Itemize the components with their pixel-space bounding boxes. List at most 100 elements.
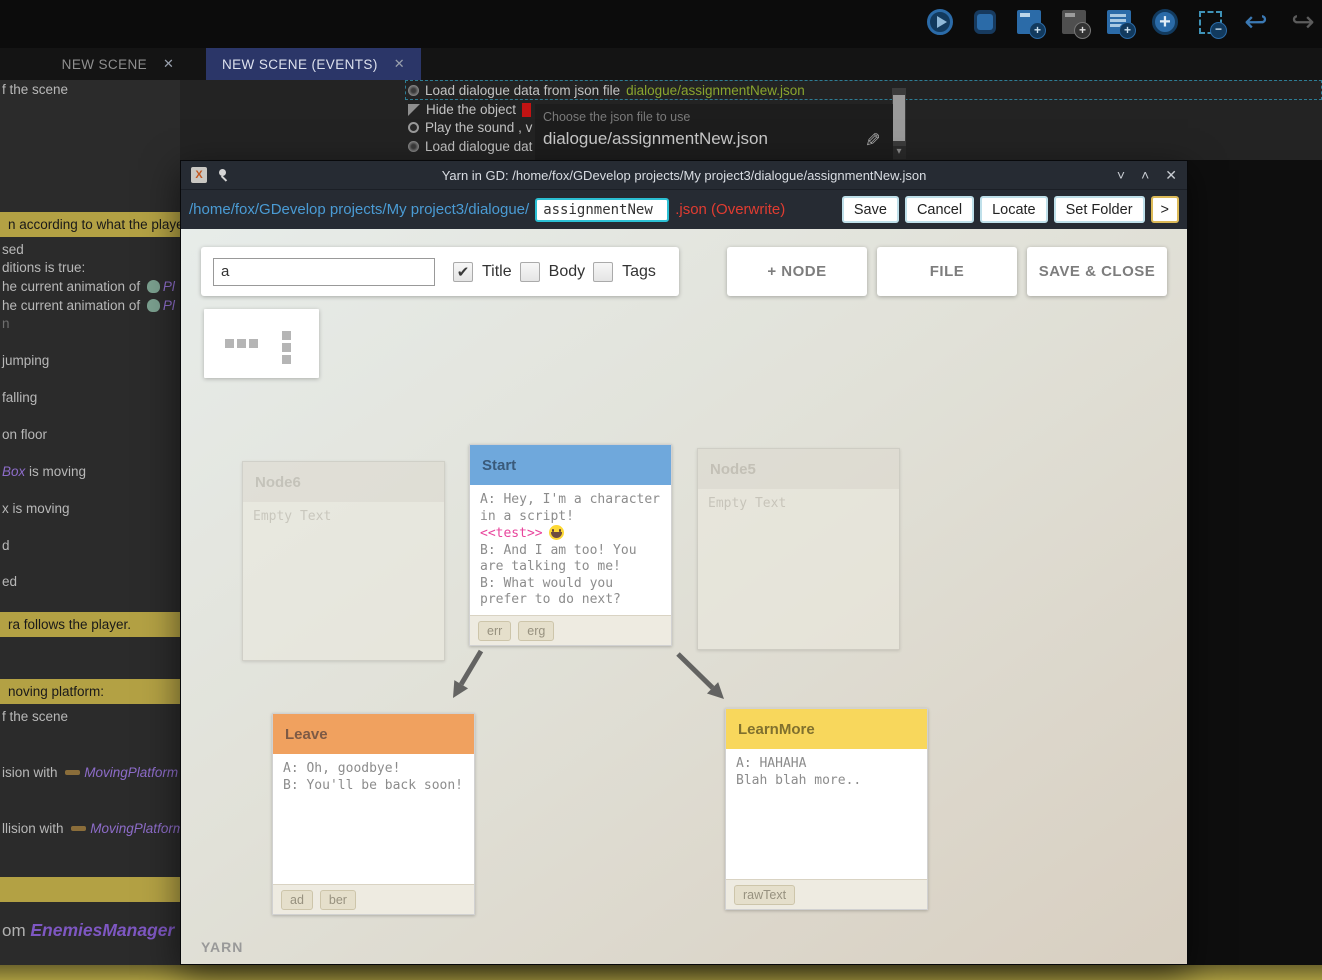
yarn-canvas[interactable]: ✔Title Body Tags + NODEFILESAVE & CLOSE No… (181, 229, 1187, 964)
node-body-line: Empty Text (253, 509, 434, 526)
tab-close-icon[interactable]: ✕ (163, 56, 174, 72)
node-body: Empty Text (243, 502, 444, 660)
redo-icon[interactable]: ↪ (1290, 9, 1316, 35)
event-text: om (2, 921, 30, 940)
filter-label: Tags (622, 263, 656, 281)
more-button[interactable]: > (1151, 196, 1179, 223)
event-row[interactable]: n (0, 316, 180, 331)
minimap[interactable] (204, 309, 319, 378)
add-external-layout-icon[interactable] (1062, 10, 1086, 34)
event-text: Hide the object (426, 102, 516, 117)
event-row[interactable]: x is moving (0, 501, 180, 516)
yarn-command-text: <<test>> (480, 526, 543, 541)
event-row[interactable]: jumping (0, 353, 180, 368)
add-scene-icon[interactable] (1017, 10, 1041, 34)
event-row[interactable]: f the scene (0, 82, 180, 97)
filter-title[interactable]: ✔Title (453, 262, 512, 282)
yarn-node-node5[interactable]: Node5Empty Text (697, 448, 900, 650)
filter-tags[interactable]: Tags (593, 262, 656, 282)
tab-new-scene[interactable]: NEW SCENE✕ (30, 48, 206, 80)
minimize-icon[interactable]: ˅ (1117, 161, 1125, 189)
events-scrollbar[interactable]: ▾ (892, 88, 906, 159)
add-extension-icon[interactable] (1152, 9, 1178, 35)
save-close-button[interactable]: SAVE & CLOSE (1027, 247, 1167, 296)
event-text: is moving (25, 464, 86, 479)
event-row[interactable]: f the scene (0, 709, 180, 724)
add-node-button[interactable]: + NODE (727, 247, 867, 296)
tag-rawtext[interactable]: rawText (734, 885, 795, 905)
event-text: jumping (2, 353, 49, 368)
event-row[interactable]: om EnemiesManager (0, 920, 180, 941)
yarn-node-leave[interactable]: LeaveA: Oh, goodbye!B: You'll be back so… (272, 713, 475, 915)
event-row[interactable]: Load dialogue data from json file dialog… (405, 80, 1322, 100)
event-row[interactable]: sed (0, 242, 180, 257)
event-row[interactable]: on floor (0, 427, 180, 442)
tag-ad[interactable]: ad (281, 890, 313, 910)
comment-row[interactable] (0, 877, 180, 902)
event-row[interactable]: Box is moving (0, 464, 180, 479)
maximize-icon[interactable]: ˄ (1141, 161, 1149, 189)
undo-icon[interactable]: ↩ (1243, 9, 1269, 35)
search-filters: ✔Title Body Tags (445, 262, 656, 282)
locate-button[interactable]: Locate (980, 196, 1048, 223)
play-icon[interactable] (927, 9, 953, 35)
add-external-events-icon[interactable] (1107, 10, 1131, 34)
cancel-button[interactable]: Cancel (905, 196, 974, 223)
events-sheet-left[interactable]: f the scene n according to what the playe… (0, 80, 180, 965)
yarn-titlebar[interactable]: X Yarn in GD: /home/fox/GDevelop project… (181, 161, 1187, 189)
save-button[interactable]: Save (842, 196, 899, 223)
event-row[interactable]: ed (0, 574, 180, 589)
event-row[interactable]: ditions is true: (0, 260, 180, 275)
checkbox-checked[interactable]: ✔ (453, 262, 473, 282)
event-text: he current animation of (2, 279, 144, 294)
yarn-window-title: Yarn in GD: /home/fox/GDevelop projects/… (181, 168, 1187, 183)
remove-selection-icon[interactable] (1199, 11, 1222, 34)
tag-erg[interactable]: erg (518, 621, 554, 641)
platform-icon (65, 770, 80, 775)
comment-row[interactable]: n according to what the playe (0, 212, 180, 237)
yarn-watermark: YARN (201, 939, 243, 955)
tab-close-icon[interactable]: ✕ (394, 56, 405, 72)
scrollbar-thumb[interactable] (893, 95, 905, 141)
pin-icon[interactable] (217, 168, 231, 182)
event-row[interactable]: he current animation of Pl (0, 298, 180, 313)
minimap-node (282, 355, 291, 364)
checkbox-unchecked[interactable] (520, 262, 540, 282)
file-menu-button[interactable]: FILE (877, 247, 1017, 296)
event-text: sed (2, 242, 24, 257)
search-input[interactable] (213, 258, 435, 286)
event-text: EnemiesManager (30, 920, 174, 940)
filename-input[interactable] (535, 198, 669, 222)
popup-json-value[interactable]: dialogue/assignmentNew.json (543, 129, 768, 149)
event-text: f the scene (2, 82, 68, 97)
filter-label: Body (549, 263, 585, 281)
checkbox-unchecked[interactable] (593, 262, 613, 282)
scrollbar-down-icon[interactable]: ▾ (892, 146, 906, 159)
event-row[interactable]: he current animation of Pl (0, 279, 180, 294)
event-row[interactable]: falling (0, 390, 180, 405)
event-row[interactable]: llision with MovingPlatform (0, 821, 180, 836)
event-text: MovingPlatform (90, 821, 180, 836)
comment-row[interactable]: noving platform: (0, 679, 180, 704)
yarn-node-start[interactable]: StartA: Hey, I'm a characterin a script!… (469, 444, 672, 646)
node-title: LearnMore (726, 709, 927, 749)
yarn-node-learnmore[interactable]: LearnMoreA: HAHAHABlah blah more..rawTex… (725, 708, 928, 910)
node-body-line: Blah blah more.. (736, 773, 917, 790)
yarn-node-node6[interactable]: Node6Empty Text (242, 461, 445, 661)
filter-body[interactable]: Body (520, 262, 585, 282)
close-icon[interactable]: ✕ (1165, 161, 1177, 189)
event-row[interactable]: ision with MovingPlatform (0, 765, 180, 780)
debug-icon[interactable] (974, 10, 996, 34)
tag-ber[interactable]: ber (320, 890, 356, 910)
tag-err[interactable]: err (478, 621, 511, 641)
comment-row[interactable]: ra follows the player. (0, 612, 180, 637)
set-folder-button[interactable]: Set Folder (1054, 196, 1145, 223)
event-row[interactable]: d (0, 538, 180, 553)
events-sheet-top[interactable]: Load dialogue data from json file dialog… (180, 80, 1322, 160)
event-text: f the scene (2, 709, 68, 724)
file-path-prefix: /home/fox/GDevelop projects/My project3/… (189, 201, 529, 218)
tab-new-scene-events[interactable]: NEW SCENE (EVENTS) ✕ (206, 48, 421, 80)
node-body-line: B: What would you (480, 576, 661, 593)
edit-pencil-icon[interactable]: ✎ (860, 132, 883, 148)
tab-label: NEW SCENE (EVENTS) (222, 57, 378, 72)
